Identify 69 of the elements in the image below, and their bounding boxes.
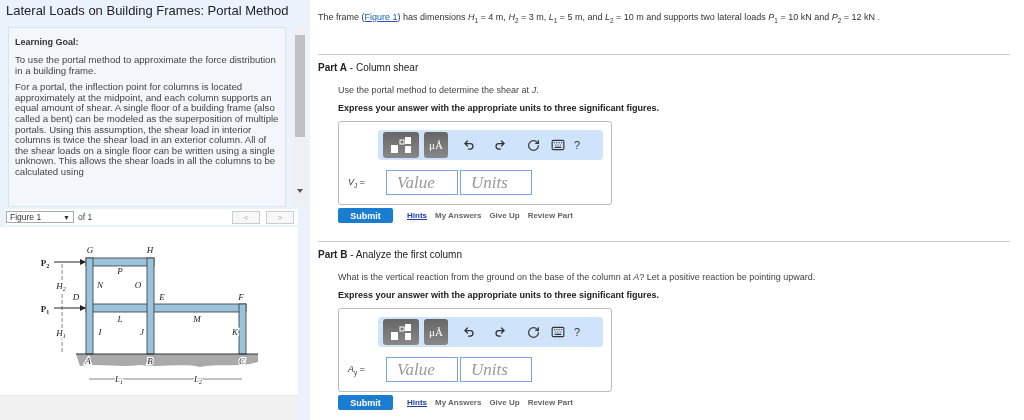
action-link[interactable]: Give Up <box>489 211 520 220</box>
diagram-label: H <box>146 245 154 255</box>
template-icon <box>390 137 412 153</box>
answer-label: A$_{y}$ = <box>348 363 366 376</box>
goal-heading: Learning Goal: <box>15 37 80 47</box>
part-title: Part A - Column shear <box>318 62 420 73</box>
question-text: Use the portal method to determine the shear at J. <box>338 85 540 95</box>
undo-button[interactable] <box>463 139 475 151</box>
diagram-label: M <box>193 314 201 324</box>
diagram-label: F <box>238 292 244 302</box>
diagram-label: H$_{1}$ <box>56 328 66 339</box>
diagram-label: L <box>117 314 123 324</box>
templates-button[interactable] <box>383 319 419 345</box>
redo-button[interactable] <box>494 326 506 338</box>
answer-label: V$_{J}$ = <box>348 176 366 189</box>
redo-button[interactable] <box>494 139 506 151</box>
diagram-label: G <box>86 245 94 255</box>
diagram-label: N <box>97 280 103 290</box>
reset-button[interactable] <box>527 325 540 339</box>
goal-paragraph: For a portal, the inflection point for columns is located approximately at the midpoint, and each column supports an equal amount of shear. A single floor of a building frame (also called a bent) can be modeled as the superposition of multiple portals. Using this assumption, the shear load in interior columns is twice the shear load in an exterior column. All of the shear loads on a single floor can be written using a single unknown. This allows the shear loads in all the columns to be calculated using <box>15 82 280 178</box>
templates-button[interactable] <box>383 132 419 158</box>
instruction-text: Express your answer with the appropriate units to three significant figures. <box>338 290 661 300</box>
diagram-label: J <box>140 327 144 337</box>
value-field[interactable]: Value <box>386 357 458 382</box>
submit-button[interactable]: Submit <box>338 208 393 223</box>
diagram-label: A <box>85 356 91 366</box>
scrollbar[interactable] <box>294 27 306 207</box>
submit-button[interactable]: Submit <box>338 395 393 410</box>
part-title: Part B - Analyze the first column <box>318 249 463 260</box>
diagram-label: I <box>98 327 102 337</box>
diagram-label: E <box>159 292 165 302</box>
diagram-label: P <box>117 266 123 276</box>
undo-button[interactable] <box>463 326 475 338</box>
load-arrow <box>53 259 86 265</box>
action-link[interactable]: Review Part <box>527 398 573 407</box>
goal-paragraph: To use the portal method to approximate the force distribution in a building frame. <box>15 55 277 77</box>
hints-link[interactable]: Hints <box>407 398 427 407</box>
diagram-label: D <box>72 292 80 302</box>
units-button[interactable]: μÅ <box>424 319 448 345</box>
page-title: Lateral Loads on Building Frames: Portal Method <box>5 2 290 20</box>
figure-count: of 1 <box>78 212 93 222</box>
diagram-label: O <box>134 280 142 290</box>
diagram-label: L$_{2}$ <box>194 374 202 385</box>
diagram-label: C <box>239 356 245 366</box>
units-button[interactable]: μÅ <box>424 132 448 158</box>
diagram-label: P$_{2}$ <box>40 258 50 269</box>
action-link[interactable]: Give Up <box>489 398 520 407</box>
load-arrow <box>53 305 86 311</box>
action-link[interactable]: My Answers <box>435 398 482 407</box>
value-field[interactable]: Value <box>386 170 458 195</box>
help-button[interactable]: ? <box>574 139 581 151</box>
diagram-label: P$_{1}$ <box>40 304 50 315</box>
template-icon <box>390 324 412 340</box>
units-field[interactable]: Units <box>460 357 532 382</box>
reset-button[interactable] <box>527 138 540 152</box>
action-link[interactable]: My Answers <box>435 211 482 220</box>
action-link[interactable]: Review Part <box>527 211 573 220</box>
intro-text: The frame (Figure 1) has dimensions H$_{1}$ = 4 m, H$_{2}$ = 3 m, L$_{1}$ = 5 m, and L$_{2}$ = 10 m and supports two lateral loads P$_{1}$ = 10 kN and P$_{2}$ = 12 kN . <box>318 11 881 26</box>
keyboard-button[interactable] <box>551 325 565 339</box>
question-text: What is the vertical reaction from the ground on the base of the column at A? Let a positive reaction be pointing upward. <box>338 272 817 282</box>
instruction-text: Express your answer with the appropriate units to three significant figures. <box>338 103 661 113</box>
diagram-label: B <box>147 356 153 366</box>
keyboard-button[interactable] <box>551 138 565 152</box>
hints-link[interactable]: Hints <box>407 211 427 220</box>
diagram-label: L$_{1}$ <box>115 374 123 385</box>
diagram-label: K <box>232 327 238 337</box>
help-button[interactable]: ? <box>574 326 581 338</box>
diagram-label: H$_{2}$ <box>56 281 66 292</box>
units-field[interactable]: Units <box>460 170 532 195</box>
